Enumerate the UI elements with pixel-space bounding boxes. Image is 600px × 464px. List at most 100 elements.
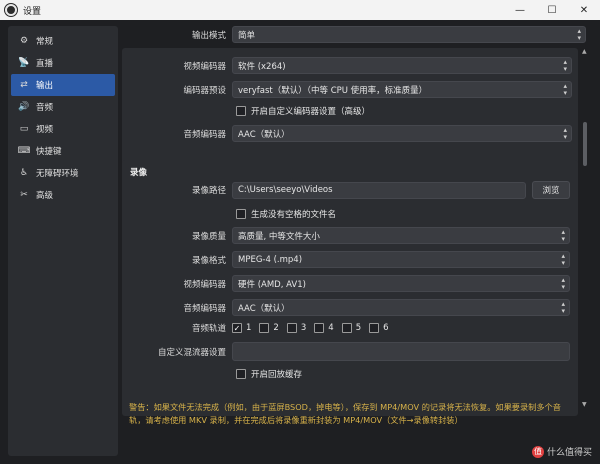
- track-number: 6: [383, 323, 389, 333]
- recording-audio-encoder-row: 音频编码器 AAC（默认） ▴ ▾: [122, 299, 570, 316]
- recording-format-row: 录像格式 MPEG-4 (.mp4) ▴ ▾: [122, 251, 570, 268]
- checkbox-box[interactable]: [341, 323, 352, 333]
- recording-video-encoder-select[interactable]: 硬件 (AMD, AV1) ▴ ▾: [232, 275, 570, 292]
- stream-video-encoder-label: 视频编码器: [183, 61, 226, 72]
- scroll-thumb[interactable]: [583, 122, 587, 166]
- no-space-label: 生成没有空格的文件名: [251, 210, 337, 220]
- recording-video-encoder-label: 视频编码器: [183, 279, 226, 290]
- warning-line-2: 轨，请考虑使用 MKV 录制，并在完成后将录像重新封装为 MP4/MOV（文件→…: [129, 415, 463, 425]
- custom-encoder-row: 开启自定义编码器设置（高级）: [236, 105, 370, 117]
- recording-video-encoder-value: 硬件 (AMD, AV1): [238, 279, 306, 290]
- title-bar: 设置 — ☐ ✕: [0, 0, 600, 20]
- warning-line-1: 警告：如果文件无法完成（例如，由于蓝屏BSOD，掉电等），保存到 MP4/MOV…: [129, 402, 561, 412]
- recording-format-label: 录像格式: [191, 255, 226, 266]
- output-icon: ⇄: [20, 80, 28, 90]
- track-number: 5: [355, 323, 362, 333]
- minimize-button[interactable]: —: [504, 0, 536, 20]
- spin-arrows-icon: ▴ ▾: [561, 276, 565, 291]
- recording-path-label: 录像路径: [191, 186, 226, 196]
- stream-video-encoder-select[interactable]: 软件 (x264) ▴ ▾: [232, 57, 572, 74]
- settings-scrollbar[interactable]: ▲ ▼: [582, 48, 588, 408]
- recording-quality-row: 录像质量 高质量, 中等文件大小 ▴ ▾: [122, 227, 570, 244]
- recording-audio-encoder-select[interactable]: AAC（默认） ▴ ▾: [232, 299, 570, 316]
- spin-arrows-icon: ▴ ▾: [563, 82, 567, 97]
- recording-format-select[interactable]: MPEG-4 (.mp4) ▴ ▾: [232, 251, 570, 268]
- sidebar-item-audio[interactable]: 🔊 音频: [11, 96, 115, 118]
- encoder-preset-label: 编码器预设: [183, 85, 226, 96]
- audio-track-2[interactable]: 2: [259, 323, 279, 333]
- track-number: 4: [328, 323, 334, 333]
- sidebar-item-output[interactable]: ⇄ 输出: [11, 74, 115, 96]
- tools-icon: ✂: [20, 190, 28, 200]
- checkbox-box[interactable]: [259, 323, 270, 333]
- spin-arrows-icon: ▴ ▾: [561, 228, 565, 243]
- encoder-preset-row: 编码器预设 veryfast（默认）（中等 CPU 使用率，标准质量） ▴ ▾: [122, 81, 572, 98]
- accessibility-icon: ♿: [19, 168, 29, 178]
- spin-arrows-icon: ▴ ▾: [563, 58, 567, 73]
- checkbox-box[interactable]: [314, 323, 325, 333]
- checkbox-box[interactable]: [236, 369, 246, 379]
- recording-quality-select[interactable]: 高质量, 中等文件大小 ▴ ▾: [232, 227, 570, 244]
- stream-audio-encoder-value: AAC（默认）: [238, 129, 290, 140]
- spin-arrows-icon: ▴ ▾: [561, 252, 565, 267]
- sidebar-item-general[interactable]: ⚙ 常规: [11, 30, 115, 52]
- sidebar-item-label: 直播: [36, 59, 54, 69]
- stream-audio-encoder-select[interactable]: AAC（默认） ▴ ▾: [232, 125, 572, 142]
- stream-audio-encoder-label: 音频编码器: [183, 129, 226, 140]
- recording-quality-label: 录像质量: [191, 231, 226, 242]
- no-space-checkbox[interactable]: 生成没有空格的文件名: [236, 208, 336, 220]
- checkbox-box[interactable]: [286, 323, 297, 333]
- custom-encoder-checkbox[interactable]: 开启自定义编码器设置（高级）: [236, 105, 370, 117]
- watermark-text: 什么值得买: [546, 448, 592, 458]
- replay-buffer-checkbox[interactable]: 开启回放缓存: [236, 368, 302, 380]
- recording-group: 录像 录像路径 C:\Users\seeyo\Videos 浏览 生成没有空格的…: [122, 160, 578, 416]
- sidebar-item-hotkeys[interactable]: ⌨ 快捷键: [11, 140, 115, 162]
- no-space-row: 生成没有空格的文件名: [236, 208, 336, 220]
- output-mode-value: 简单: [238, 30, 256, 41]
- checkbox-box[interactable]: ✓: [232, 323, 242, 333]
- output-mode-label: 输出模式: [191, 30, 226, 41]
- stream-video-encoder-row: 视频编码器 软件 (x264) ▴ ▾: [122, 57, 572, 74]
- encoder-preset-select[interactable]: veryfast（默认）（中等 CPU 使用率，标准质量） ▴ ▾: [232, 81, 572, 98]
- sidebar-item-label: 音频: [36, 103, 54, 113]
- stream-audio-encoder-row: 音频编码器 AAC（默认） ▴ ▾: [122, 125, 572, 142]
- audio-track-5[interactable]: 5: [341, 323, 362, 333]
- obs-logo-icon: [5, 4, 17, 16]
- checkbox-box[interactable]: [236, 209, 246, 219]
- audio-track-6[interactable]: 6: [369, 323, 389, 333]
- browse-button[interactable]: 浏览: [532, 181, 570, 199]
- audio-track-1[interactable]: ✓ 1: [232, 323, 251, 333]
- audio-tracks-row: 音频轨道 ✓ 1 2 3 4 5 6: [122, 322, 397, 334]
- recording-audio-encoder-label: 音频编码器: [183, 303, 226, 314]
- sidebar-item-stream[interactable]: 📡 直播: [11, 52, 115, 74]
- sidebar-item-label: 视频: [36, 125, 54, 135]
- scroll-up-icon[interactable]: ▲: [582, 48, 587, 55]
- recording-path-input[interactable]: C:\Users\seeyo\Videos: [232, 181, 526, 199]
- sidebar-item-video[interactable]: ▭ 视频: [11, 118, 115, 140]
- custom-encoder-label: 开启自定义编码器设置（高级）: [251, 107, 371, 117]
- recording-group-title: 录像: [130, 168, 148, 178]
- sidebar-item-advanced[interactable]: ✂ 高级: [11, 184, 115, 206]
- checkbox-box[interactable]: [369, 323, 380, 333]
- muxer-settings-input[interactable]: [232, 342, 570, 361]
- output-mode-select[interactable]: 简单 ▴ ▾: [232, 26, 586, 43]
- recording-quality-value: 高质量, 中等文件大小: [238, 231, 320, 242]
- smzdm-logo-icon: 值: [531, 445, 544, 458]
- monitor-icon: ▭: [19, 124, 29, 134]
- muxer-settings-label: 自定义混流器设置: [157, 347, 226, 358]
- encoder-preset-value: veryfast（默认）（中等 CPU 使用率，标准质量）: [238, 85, 428, 96]
- output-settings-panel: 输出模式 简单 ▴ ▾ 视频编码器 软件 (x264) ▴ ▾ 编码器预设 very…: [122, 26, 588, 456]
- muxer-settings-row: 自定义混流器设置: [122, 342, 570, 361]
- sidebar-item-accessibility[interactable]: ♿ 无障碍环境: [11, 162, 115, 184]
- maximize-button[interactable]: ☐: [536, 0, 568, 20]
- audio-track-3[interactable]: 3: [286, 323, 306, 333]
- keyboard-icon: ⌨: [17, 146, 31, 156]
- antenna-icon: 📡: [18, 58, 30, 68]
- settings-sidebar: ⚙ 常规 📡 直播 ⇄ 输出 🔊 音频 ▭ 视频 ⌨ 快捷键 ♿ 无障碍环境 ✂ 高级: [8, 26, 118, 456]
- checkbox-box[interactable]: [236, 106, 246, 116]
- audio-tracks: ✓ 1 2 3 4 5 6: [232, 323, 397, 333]
- close-button[interactable]: ✕: [568, 0, 600, 20]
- sidebar-item-label: 输出: [36, 81, 54, 91]
- audio-track-4[interactable]: 4: [314, 323, 334, 333]
- recording-path-value: C:\Users\seeyo\Videos: [238, 185, 333, 195]
